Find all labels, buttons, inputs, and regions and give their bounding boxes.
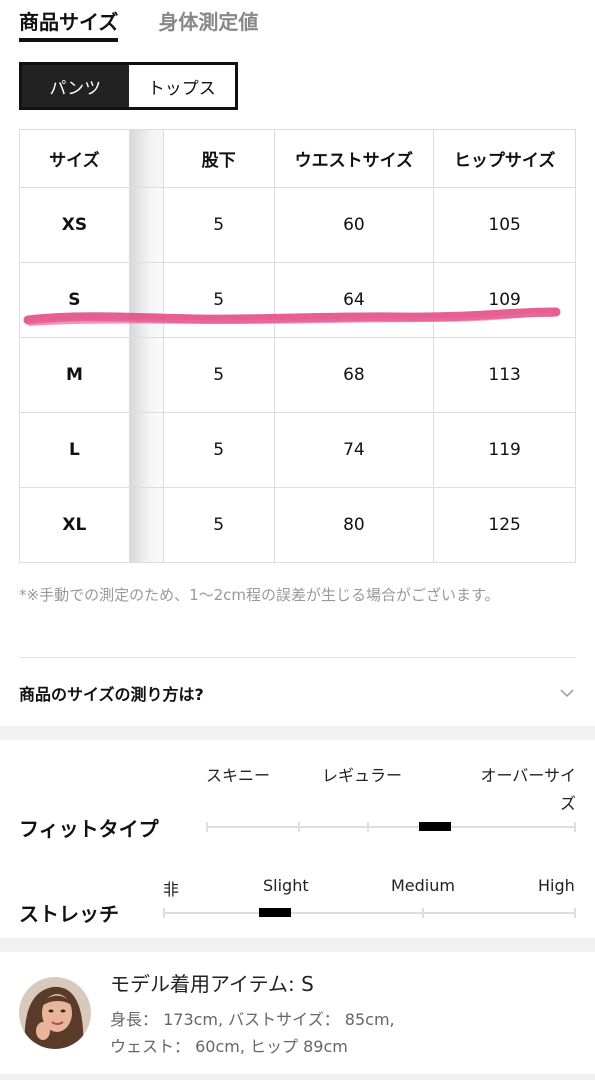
how-to-measure-label: 商品のサイズの測り方は? <box>19 685 204 704</box>
waist-cell: 80 <box>274 488 435 563</box>
fit-level-marker <box>419 822 452 831</box>
scroll-shadow <box>129 338 164 413</box>
table-row: S 5 64 109 <box>20 263 576 338</box>
stretch-label-high: High <box>538 876 575 895</box>
tops-toggle-button[interactable]: トップス <box>128 65 235 107</box>
stretch-tick <box>422 908 424 918</box>
fit-tick <box>367 822 369 832</box>
waist-cell: 64 <box>274 263 435 338</box>
section-separator <box>0 726 595 740</box>
waist-cell: 74 <box>274 413 435 488</box>
fit-label-skinny: スキニー <box>206 766 271 785</box>
model-measurements-line2: ウェスト： 60cm, ヒップ 89cm <box>110 1037 348 1056</box>
header-hip: ヒップサイズ <box>434 130 576 188</box>
fit-track <box>206 826 576 828</box>
avatar <box>19 977 91 1049</box>
pants-toggle-button[interactable]: パンツ <box>22 65 129 107</box>
table-row: M 5 68 113 <box>20 338 576 413</box>
measurement-note: *※手動での測定のため、1〜2cm程の誤差が生じる場合がございます。 <box>19 586 500 604</box>
scroll-shadow <box>129 488 164 563</box>
how-to-measure-row[interactable]: 商品のサイズの測り方は? <box>19 678 575 708</box>
stretch-label-none: 非 <box>163 880 180 899</box>
model-measurements-line1: 身長： 173cm, バストサイズ： 85cm, <box>110 1010 395 1029</box>
tab-product-size[interactable]: 商品サイズ <box>19 0 119 42</box>
fit-type-title: フィットタイプ <box>19 817 159 841</box>
fit-tick <box>298 822 300 832</box>
size-cell: S <box>20 263 130 338</box>
divider <box>19 657 576 658</box>
hip-cell: 105 <box>434 188 576 263</box>
stretch-label-medium: Medium <box>391 876 455 895</box>
tab-bar: 商品サイズ 身体測定値 <box>19 0 258 44</box>
table-header-row: サイズ 股下 ウエストサイズ ヒップサイズ <box>20 130 576 188</box>
stretch-tick <box>163 908 165 918</box>
size-cell: XS <box>20 188 130 263</box>
fit-tick <box>574 822 576 832</box>
inseam-cell: 5 <box>163 263 275 338</box>
inseam-cell: 5 <box>163 338 275 413</box>
header-size: サイズ <box>20 130 130 188</box>
waist-cell: 68 <box>274 338 435 413</box>
size-cell: L <box>20 413 130 488</box>
table-row: XL 5 80 125 <box>20 488 576 563</box>
section-separator <box>0 1074 595 1080</box>
waist-cell: 60 <box>274 188 435 263</box>
scroll-shadow <box>129 188 164 263</box>
category-toggle: パンツ トップス <box>19 62 238 110</box>
section-separator <box>0 938 595 952</box>
hip-cell: 119 <box>434 413 576 488</box>
size-table: サイズ 股下 ウエストサイズ ヒップサイズ XS 5 60 105 S 5 64… <box>19 129 576 563</box>
scroll-shadow <box>129 130 164 188</box>
model-item-title: モデル着用アイテム: S <box>110 972 314 996</box>
fit-label-oversize: オーバーサイズ <box>480 766 576 813</box>
header-waist: ウエストサイズ <box>274 130 435 188</box>
chevron-down-icon <box>560 689 574 698</box>
inseam-cell: 5 <box>163 188 275 263</box>
inseam-cell: 5 <box>163 413 275 488</box>
hip-cell: 113 <box>434 338 576 413</box>
scroll-shadow <box>129 263 164 338</box>
size-cell: XL <box>20 488 130 563</box>
header-inseam: 股下 <box>163 130 275 188</box>
stretch-label-slight: Slight <box>263 876 309 895</box>
table-row: L 5 74 119 <box>20 413 576 488</box>
fit-label-regular: レギュラー <box>322 766 403 785</box>
size-cell: M <box>20 338 130 413</box>
hip-cell: 125 <box>434 488 576 563</box>
stretch-title: ストレッチ <box>19 902 119 926</box>
table-row: XS 5 60 105 <box>20 188 576 263</box>
stretch-tick <box>574 908 576 918</box>
tab-body-measurements[interactable]: 身体測定値 <box>158 0 258 42</box>
fit-tick <box>206 822 208 832</box>
stretch-track <box>163 912 576 914</box>
stretch-level-marker <box>258 908 291 917</box>
scroll-shadow <box>129 413 164 488</box>
inseam-cell: 5 <box>163 488 275 563</box>
hip-cell: 109 <box>434 263 576 338</box>
